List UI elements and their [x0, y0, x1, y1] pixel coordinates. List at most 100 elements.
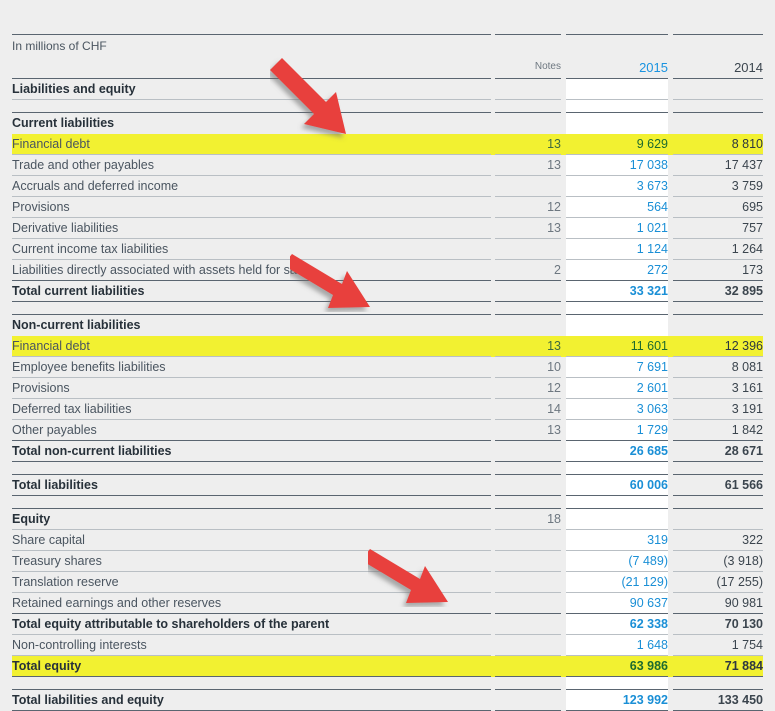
row-value-2014: 8 810 — [673, 133, 763, 155]
row-notes — [495, 550, 561, 572]
section-spacer — [12, 301, 763, 315]
unit-caption: In millions of CHF — [12, 34, 491, 57]
section-spacer — [12, 495, 763, 509]
row-value-2015: 26 685 — [566, 440, 668, 462]
row-notes — [495, 474, 561, 496]
table-row-equity: Equity 18 — [12, 508, 763, 530]
caption-2014-cell — [673, 34, 763, 57]
table-row-financial-debt-current: Financial debt 13 9 629 8 810 — [12, 133, 763, 155]
row-label: Other payables — [12, 419, 491, 441]
row-notes — [495, 314, 561, 336]
row-value-2015: 1 648 — [566, 634, 668, 656]
column-header-notes: Notes — [495, 56, 561, 79]
spacer-cell — [12, 677, 491, 690]
row-notes: 14 — [495, 398, 561, 420]
row-notes — [495, 112, 561, 134]
spacer-cell — [673, 302, 763, 315]
row-value-2014: 3 191 — [673, 398, 763, 420]
spacer-cell — [12, 496, 491, 509]
row-value-2015: 60 006 — [566, 474, 668, 496]
row-notes: 12 — [495, 196, 561, 218]
row-value-2015 — [566, 112, 668, 134]
row-label: Liabilities directly associated with ass… — [12, 259, 491, 281]
row-value-2014: 322 — [673, 529, 763, 551]
row-value-2014 — [673, 78, 763, 100]
row-notes — [495, 655, 561, 677]
table-row-employee-benefits-liabilities: Employee benefits liabilities 10 7 691 8… — [12, 356, 763, 378]
table-row-translation-reserve: Translation reserve (21 129) (17 255) — [12, 571, 763, 593]
caption-notes-cell — [495, 34, 561, 57]
row-value-2014: 17 437 — [673, 154, 763, 176]
row-value-2014: 70 130 — [673, 613, 763, 635]
row-label: Total equity attributable to shareholder… — [12, 613, 491, 635]
row-value-2015: 9 629 — [566, 133, 668, 155]
row-label: Liabilities and equity — [12, 78, 491, 100]
row-value-2014: 133 450 — [673, 689, 763, 711]
row-label: Non-controlling interests — [12, 634, 491, 656]
row-value-2015 — [566, 314, 668, 336]
table-row-total-equity: Total equity 63 986 71 884 — [12, 655, 763, 677]
row-notes: 13 — [495, 154, 561, 176]
row-notes — [495, 634, 561, 656]
spacer-cell — [673, 677, 763, 690]
spacer-cell — [673, 496, 763, 509]
column-header-row: Notes 2015 2014 — [12, 56, 763, 79]
spacer-cell — [673, 100, 763, 113]
table-row-total-non-current-liabilities: Total non-current liabilities 26 685 28 … — [12, 440, 763, 462]
row-value-2015: 2 601 — [566, 377, 668, 399]
row-notes — [495, 592, 561, 614]
row-value-2014: 28 671 — [673, 440, 763, 462]
row-notes: 13 — [495, 419, 561, 441]
row-label: Total equity — [12, 655, 491, 677]
row-notes: 13 — [495, 133, 561, 155]
row-value-2015: (21 129) — [566, 571, 668, 593]
row-label: Accruals and deferred income — [12, 175, 491, 197]
row-value-2015: 1 729 — [566, 419, 668, 441]
row-value-2014: 1 842 — [673, 419, 763, 441]
table-row-treasury-shares: Treasury shares (7 489) (3 918) — [12, 550, 763, 572]
row-value-2015: 564 — [566, 196, 668, 218]
row-value-2014: 1 264 — [673, 238, 763, 260]
spacer-cell — [495, 100, 561, 113]
row-label: Translation reserve — [12, 571, 491, 593]
row-value-2014: 757 — [673, 217, 763, 239]
table-row-liabilities-and-equity: Liabilities and equity — [12, 78, 763, 100]
table-row-provisions-non-current: Provisions 12 2 601 3 161 — [12, 377, 763, 399]
table-row-accruals-and-deferred-income: Accruals and deferred income 3 673 3 759 — [12, 175, 763, 197]
spacer-cell — [566, 495, 668, 509]
row-label: Trade and other payables — [12, 154, 491, 176]
row-value-2015: 272 — [566, 259, 668, 281]
row-value-2014: 695 — [673, 196, 763, 218]
row-notes — [495, 571, 561, 593]
row-label: Deferred tax liabilities — [12, 398, 491, 420]
row-value-2015: 90 637 — [566, 592, 668, 614]
row-notes — [495, 78, 561, 100]
row-value-2015: 1 021 — [566, 217, 668, 239]
balance-sheet-table: In millions of CHF Notes 2015 2014 Liabi… — [12, 34, 763, 711]
table-row-total-equity-attributable: Total equity attributable to shareholder… — [12, 613, 763, 635]
row-value-2014: 32 895 — [673, 280, 763, 302]
row-notes: 13 — [495, 335, 561, 357]
section-spacer — [12, 99, 763, 113]
row-notes — [495, 529, 561, 551]
row-notes — [495, 613, 561, 635]
table-row-retained-earnings: Retained earnings and other reserves 90 … — [12, 592, 763, 614]
spacer-cell — [566, 461, 668, 475]
table-row-trade-and-other-payables: Trade and other payables 13 17 038 17 43… — [12, 154, 763, 176]
table-row-total-liabilities: Total liabilities 60 006 61 566 — [12, 474, 763, 496]
row-value-2015: 62 338 — [566, 613, 668, 635]
row-label: Total current liabilities — [12, 280, 491, 302]
row-notes: 12 — [495, 377, 561, 399]
row-value-2014 — [673, 508, 763, 530]
table-row-other-payables: Other payables 13 1 729 1 842 — [12, 419, 763, 441]
section-spacer — [12, 461, 763, 475]
table-caption-row: In millions of CHF — [12, 34, 763, 57]
spacer-cell — [12, 462, 491, 475]
row-value-2015: 17 038 — [566, 154, 668, 176]
row-value-2014: 12 396 — [673, 335, 763, 357]
row-notes: 13 — [495, 217, 561, 239]
spacer-cell — [566, 99, 668, 113]
row-notes — [495, 440, 561, 462]
table-row-provisions-current: Provisions 12 564 695 — [12, 196, 763, 218]
row-value-2014: 173 — [673, 259, 763, 281]
